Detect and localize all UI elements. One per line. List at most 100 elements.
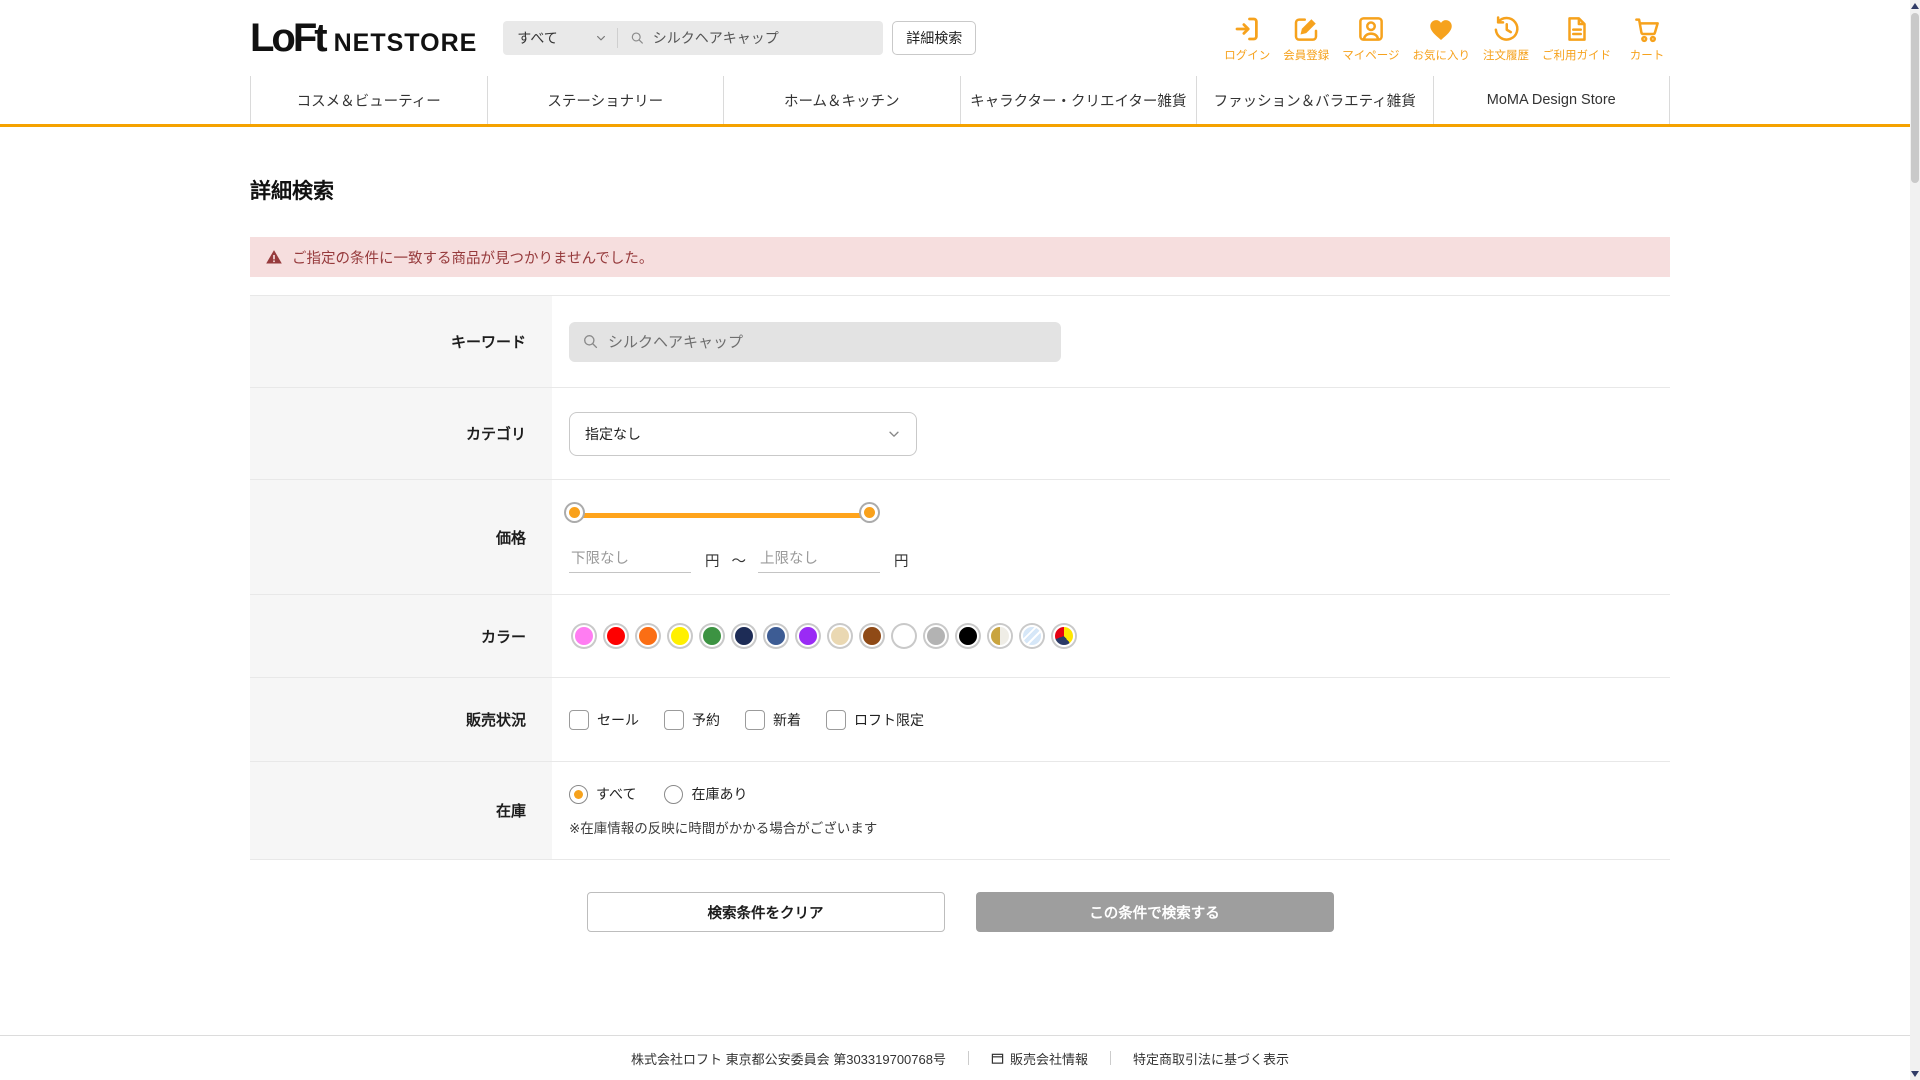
- color-swatch-beige[interactable]: [829, 625, 851, 647]
- footer-link-legal[interactable]: 特定商取引法に基づく表示: [1133, 1049, 1289, 1068]
- vertical-scrollbar[interactable]: [1910, 0, 1920, 1080]
- quick-link-favorites[interactable]: お気に入り: [1413, 14, 1471, 63]
- sales-status-option-1[interactable]: 予約: [664, 710, 720, 730]
- color-swatch-black[interactable]: [957, 625, 979, 647]
- color-swatch-pink[interactable]: [573, 625, 595, 647]
- quick-link-guide[interactable]: ご利用ガイド: [1542, 14, 1611, 63]
- category-label: カテゴリ: [250, 388, 552, 479]
- radio-button[interactable]: [569, 785, 588, 804]
- quick-link-mypage[interactable]: マイページ: [1342, 14, 1399, 63]
- price-unit-max: 円: [894, 550, 909, 571]
- stock-option-0[interactable]: すべて: [569, 784, 636, 804]
- header-search-field: [618, 30, 883, 46]
- scrollbar-down-arrow[interactable]: [1911, 1071, 1919, 1077]
- loft-logo[interactable]: LoFt NETSTORE: [250, 16, 477, 61]
- main-nav: コスメ＆ビューティーステーショナリーホーム＆キッチンキャラクター・クリエイター雑…: [250, 76, 1670, 124]
- color-swatch-red[interactable]: [605, 625, 627, 647]
- favorites-icon: [1426, 14, 1456, 44]
- color-swatch-white[interactable]: [893, 625, 915, 647]
- color-swatch-gray[interactable]: [925, 625, 947, 647]
- login-icon: [1232, 14, 1262, 44]
- checkbox[interactable]: [569, 710, 589, 730]
- keyword-input[interactable]: [608, 333, 1048, 350]
- quick-link-cart[interactable]: カート: [1624, 14, 1670, 63]
- page-title: 詳細検索: [250, 175, 1670, 205]
- quick-link-label: 会員登録: [1283, 47, 1329, 63]
- nav-item-5[interactable]: MoMA Design Store: [1433, 76, 1671, 124]
- color-swatch-navy[interactable]: [733, 625, 755, 647]
- scrollbar-thumb[interactable]: [1911, 13, 1919, 183]
- loft-netstore-advanced-search-page: LoFt NETSTORE すべて 詳細検索 ログイン会員登録マイページお気に入…: [0, 0, 1920, 1080]
- category-select[interactable]: 指定なし: [569, 412, 917, 456]
- sales-status-option-0[interactable]: セール: [569, 710, 639, 730]
- search-category-select[interactable]: すべて: [503, 28, 617, 48]
- site-header: LoFt NETSTORE すべて 詳細検索 ログイン会員登録マイページお気に入…: [0, 0, 1920, 127]
- register-icon: [1291, 14, 1321, 44]
- search-category-value: すべて: [517, 28, 557, 48]
- search-icon: [630, 30, 645, 46]
- footer-company-text: 株式会社ロフト 東京都公安委員会 第303319700768号: [631, 1049, 946, 1068]
- sales-status-label: 販売状況: [250, 678, 552, 761]
- footer-divider: [968, 1051, 969, 1065]
- stock-option-1[interactable]: 在庫あり: [664, 784, 747, 804]
- footer-link-company-info[interactable]: 販売会社情報: [991, 1049, 1088, 1068]
- form-row-keyword: キーワード: [250, 296, 1670, 388]
- mypage-icon: [1356, 14, 1386, 44]
- color-swatch-multicolor[interactable]: [1053, 625, 1075, 647]
- stock-note: ※在庫情報の反映に時間がかかる場合がございます: [569, 817, 1670, 837]
- color-swatch-purple[interactable]: [797, 625, 819, 647]
- footer-link-label: 販売会社情報: [1010, 1049, 1088, 1068]
- price-min-input[interactable]: [569, 549, 691, 573]
- color-swatch-brown[interactable]: [861, 625, 883, 647]
- header-search-bar: すべて: [503, 21, 883, 55]
- quick-link-login[interactable]: ログイン: [1224, 14, 1270, 63]
- checkbox[interactable]: [745, 710, 765, 730]
- color-swatch-gold-silver[interactable]: [989, 625, 1011, 647]
- price-range-slider: [572, 502, 872, 528]
- color-swatch-orange[interactable]: [637, 625, 659, 647]
- guide-icon: [1562, 14, 1592, 44]
- price-slider-track: [580, 513, 864, 518]
- checkbox[interactable]: [826, 710, 846, 730]
- form-row-color: カラー: [250, 595, 1670, 678]
- keyword-field: [569, 322, 1061, 362]
- header-quick-links: ログイン会員登録マイページお気に入り注文履歴ご利用ガイドカート: [1224, 14, 1670, 63]
- price-separator: ～: [732, 550, 747, 571]
- color-swatch-yellow[interactable]: [669, 625, 691, 647]
- nav-item-3[interactable]: キャラクター・クリエイター雑貨: [960, 76, 1197, 124]
- checkbox[interactable]: [664, 710, 684, 730]
- scrollbar-up-arrow[interactable]: [1911, 3, 1919, 9]
- color-swatch-blue[interactable]: [765, 625, 787, 647]
- sales-status-option-3[interactable]: ロフト限定: [826, 710, 924, 730]
- loft-logo-mark: LoFt: [250, 16, 325, 61]
- color-swatch-clear[interactable]: [1021, 625, 1043, 647]
- color-label: カラー: [250, 595, 552, 677]
- cart-icon: [1632, 14, 1662, 44]
- checkbox-label: ロフト限定: [854, 710, 924, 730]
- quick-link-order-history[interactable]: 注文履歴: [1483, 14, 1529, 63]
- price-slider-handle-max[interactable]: [861, 504, 878, 521]
- nav-item-0[interactable]: コスメ＆ビューティー: [250, 76, 487, 124]
- price-max-input[interactable]: [758, 549, 880, 573]
- sales-status-option-2[interactable]: 新着: [745, 710, 801, 730]
- chevron-down-icon: [887, 427, 901, 441]
- radio-button[interactable]: [664, 785, 683, 804]
- color-swatch-green[interactable]: [701, 625, 723, 647]
- price-slider-handle-min[interactable]: [566, 504, 583, 521]
- category-select-value: 指定なし: [585, 424, 641, 444]
- nav-item-4[interactable]: ファッション＆バラエティ雑貨: [1196, 76, 1433, 124]
- window-icon: [991, 1052, 1004, 1065]
- quick-link-register[interactable]: 会員登録: [1283, 14, 1329, 63]
- form-row-price: 価格 円 ～ 円: [250, 480, 1670, 595]
- clear-conditions-button[interactable]: 検索条件をクリア: [587, 892, 945, 932]
- search-with-conditions-button[interactable]: この条件で検索する: [976, 892, 1334, 932]
- advanced-search-button[interactable]: 詳細検索: [892, 21, 976, 55]
- quick-link-label: マイページ: [1342, 47, 1399, 63]
- price-unit-min: 円: [705, 550, 720, 571]
- quick-link-label: ご利用ガイド: [1542, 47, 1611, 63]
- nav-item-2[interactable]: ホーム＆キッチン: [723, 76, 960, 124]
- quick-link-label: 注文履歴: [1483, 47, 1529, 63]
- nav-item-1[interactable]: ステーショナリー: [487, 76, 724, 124]
- header-search-input[interactable]: [653, 30, 872, 46]
- search-icon: [582, 333, 599, 350]
